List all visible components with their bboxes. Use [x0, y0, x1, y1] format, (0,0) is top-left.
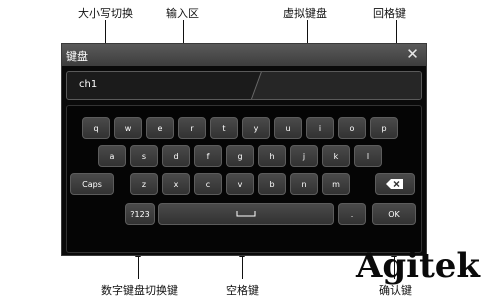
ok-button[interactable]: OK — [372, 203, 416, 225]
input-field[interactable]: ch1 — [66, 71, 422, 100]
key-k[interactable]: k — [322, 145, 350, 167]
key-j[interactable]: j — [290, 145, 318, 167]
watermark-logo: Agitek — [356, 246, 480, 286]
backspace-icon — [386, 179, 403, 189]
key-v[interactable]: v — [226, 173, 254, 195]
dot-button[interactable]: . — [338, 203, 366, 225]
virtual-keyboard: q w e r t y u i o p a s d f g h j k l Ca… — [66, 105, 422, 253]
space-bar-icon — [236, 211, 256, 217]
keyboard-dialog: 键盘 ✕ ch1 q w e r t y u i o p a s d f g h… — [61, 43, 427, 256]
key-e[interactable]: e — [146, 117, 174, 139]
key-l[interactable]: l — [354, 145, 382, 167]
key-n[interactable]: n — [290, 173, 318, 195]
input-field-shade — [251, 72, 421, 99]
key-h[interactable]: h — [258, 145, 286, 167]
annotation-virtual-keyboard: 虚拟键盘 — [283, 7, 327, 20]
key-w[interactable]: w — [114, 117, 142, 139]
backspace-button[interactable] — [375, 173, 415, 195]
key-d[interactable]: d — [162, 145, 190, 167]
key-y[interactable]: y — [242, 117, 270, 139]
key-o[interactable]: o — [338, 117, 366, 139]
key-u[interactable]: u — [274, 117, 302, 139]
key-x[interactable]: x — [162, 173, 190, 195]
dialog-title: 键盘 — [66, 50, 88, 63]
annotation-input-area: 输入区 — [166, 7, 199, 20]
close-icon[interactable]: ✕ — [404, 46, 421, 63]
key-b[interactable]: b — [258, 173, 286, 195]
space-button[interactable] — [158, 203, 334, 225]
caps-button[interactable]: Caps — [70, 173, 114, 195]
dialog-titlebar: 键盘 ✕ — [62, 44, 426, 66]
numeric-toggle-button[interactable]: ?123 — [125, 203, 155, 225]
key-m[interactable]: m — [322, 173, 350, 195]
key-a[interactable]: a — [98, 145, 126, 167]
key-s[interactable]: s — [130, 145, 158, 167]
key-z[interactable]: z — [130, 173, 158, 195]
annotation-space: 空格键 — [226, 284, 259, 297]
key-r[interactable]: r — [178, 117, 206, 139]
key-g[interactable]: g — [226, 145, 254, 167]
annotation-backspace: 回格键 — [373, 7, 406, 20]
key-q[interactable]: q — [82, 117, 110, 139]
key-i[interactable]: i — [306, 117, 334, 139]
input-value: ch1 — [79, 79, 98, 90]
key-f[interactable]: f — [194, 145, 222, 167]
annotation-numeric-toggle: 数字键盘切换键 — [101, 284, 178, 297]
key-p[interactable]: p — [370, 117, 398, 139]
callout-line-numeric — [138, 257, 139, 279]
annotation-case-toggle: 大小写切换 — [78, 7, 133, 20]
key-t[interactable]: t — [210, 117, 238, 139]
key-c[interactable]: c — [194, 173, 222, 195]
callout-line-space — [242, 257, 243, 279]
